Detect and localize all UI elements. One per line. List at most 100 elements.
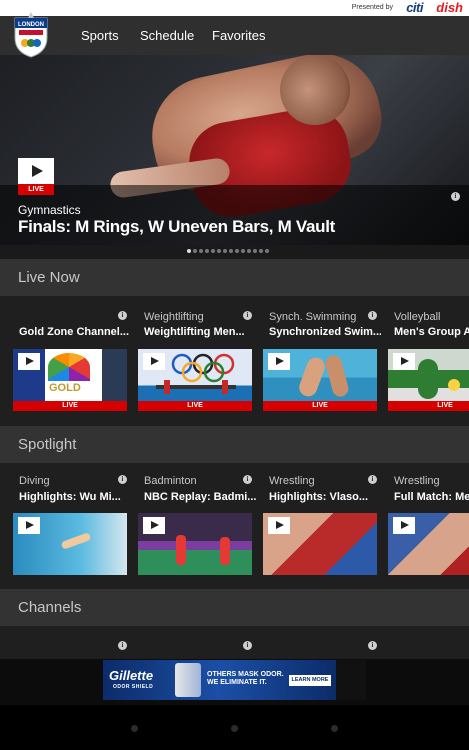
live-badge: LIVE xyxy=(13,401,127,411)
info-icon[interactable]: i xyxy=(451,192,460,201)
info-icon[interactable]: i xyxy=(243,311,252,320)
card-sport: Synch. Swimming xyxy=(269,311,357,323)
card-sport: Volleyball xyxy=(394,311,441,323)
card-title: Synchronized Swim... xyxy=(269,326,381,338)
card-thumbnail xyxy=(13,513,127,575)
section-title: Live Now xyxy=(18,269,80,286)
ad-brand: Gillette xyxy=(109,668,154,683)
top-nav: Sports Schedule Favorites xyxy=(0,16,469,55)
back-icon[interactable] xyxy=(131,725,138,732)
info-icon[interactable]: i xyxy=(368,475,377,484)
dish-logo: dish xyxy=(436,0,463,15)
card-title: Men's Group A: xyxy=(394,326,469,338)
system-nav-bar xyxy=(0,705,469,750)
card-thumbnail xyxy=(138,513,252,575)
hero-banner[interactable]: LIVE i Gymnastics Finals: M Rings, W Une… xyxy=(0,55,469,245)
home-icon[interactable] xyxy=(231,725,238,732)
live-badge: LIVE xyxy=(388,401,469,411)
pager-dot[interactable] xyxy=(235,249,239,253)
pager-dot[interactable] xyxy=(253,249,257,253)
card-sport: Weightlifting xyxy=(144,311,204,323)
pager-dot[interactable] xyxy=(223,249,227,253)
live-now-row: Gold Zone Channel... i GOLD LIVE Weightl… xyxy=(0,296,469,426)
pager-dot[interactable] xyxy=(217,249,221,253)
citi-logo: citi xyxy=(406,0,423,15)
play-icon[interactable] xyxy=(143,353,165,370)
card-thumbnail xyxy=(263,513,377,575)
diver-figure xyxy=(60,532,92,550)
ad-side-panel xyxy=(336,660,366,700)
plate-icon xyxy=(164,380,170,394)
play-icon[interactable] xyxy=(18,517,40,534)
card-sport: Wrestling xyxy=(394,475,440,487)
pager-dot[interactable] xyxy=(187,249,191,253)
hero-image-head xyxy=(280,55,350,125)
spotlight-row: Diving Highlights: Wu Mi... i Badminton … xyxy=(0,463,469,589)
plate-icon xyxy=(222,380,228,394)
card-title: Full Match: Men xyxy=(394,491,469,503)
player-figure xyxy=(418,359,438,399)
play-icon[interactable] xyxy=(393,517,415,534)
section-title: Spotlight xyxy=(18,436,77,453)
info-icon[interactable]: i xyxy=(243,641,252,650)
pager-dot[interactable] xyxy=(247,249,251,253)
card-title: Weightlifting Men... xyxy=(144,326,245,338)
card-sport: Diving xyxy=(19,475,50,487)
play-icon[interactable] xyxy=(143,517,165,534)
live-badge: LIVE xyxy=(263,401,377,411)
play-icon[interactable] xyxy=(268,517,290,534)
info-icon[interactable]: i xyxy=(118,641,127,650)
play-icon[interactable] xyxy=(393,353,415,370)
pager-dot[interactable] xyxy=(199,249,203,253)
pager-dot[interactable] xyxy=(259,249,263,253)
card-thumbnail xyxy=(388,513,469,575)
pager-dot[interactable] xyxy=(265,249,269,253)
nbc-peacock-icon xyxy=(48,353,90,381)
nav-schedule[interactable]: Schedule xyxy=(140,28,194,43)
card-sport: Wrestling xyxy=(269,475,315,487)
info-icon[interactable]: i xyxy=(118,311,127,320)
live-badge: LIVE xyxy=(138,401,252,411)
section-header-spotlight: Spotlight xyxy=(0,426,469,463)
ad-message: OTHERS MASK ODOR. WE ELIMINATE IT. xyxy=(207,671,284,687)
section-title: Channels xyxy=(18,599,82,616)
section-header-live-now: Live Now xyxy=(0,259,469,296)
hero-play-button[interactable]: LIVE xyxy=(18,158,54,195)
swimmer-figure xyxy=(296,355,328,399)
recent-apps-icon[interactable] xyxy=(331,725,338,732)
nav-sports[interactable]: Sports xyxy=(81,28,119,43)
card-thumbnail: GOLD xyxy=(13,349,127,401)
volleyball-icon xyxy=(448,379,460,391)
nav-favorites[interactable]: Favorites xyxy=(212,28,265,43)
play-icon xyxy=(18,158,54,184)
logo-text: LONDON xyxy=(18,22,44,28)
player-figure xyxy=(176,535,186,565)
info-icon[interactable]: i xyxy=(243,475,252,484)
pager-dot[interactable] xyxy=(229,249,233,253)
live-badge: LIVE xyxy=(18,184,54,195)
ad-banner[interactable]: Gillette ODOR SHIELD OTHERS MASK ODOR. W… xyxy=(103,660,336,700)
ad-subbrand: ODOR SHIELD xyxy=(113,684,154,690)
deodorant-icon xyxy=(175,663,201,697)
card-title: Gold Zone Channel... xyxy=(19,326,129,338)
pager-dot[interactable] xyxy=(205,249,209,253)
card-title: Highlights: Vlaso... xyxy=(269,491,369,503)
pager-dot[interactable] xyxy=(241,249,245,253)
info-icon[interactable]: i xyxy=(368,311,377,320)
play-icon[interactable] xyxy=(18,353,40,370)
card-thumbnail xyxy=(388,349,469,401)
info-icon[interactable]: i xyxy=(118,475,127,484)
learn-more-button[interactable]: LEARN MORE xyxy=(289,675,331,686)
ad-message-line: OTHERS MASK ODOR. xyxy=(207,671,284,678)
london-2012-logo[interactable]: LONDON xyxy=(13,10,49,58)
play-icon[interactable] xyxy=(268,353,290,370)
hero-sport: Gymnastics xyxy=(18,203,81,217)
pager-dots xyxy=(187,249,269,255)
card-thumbnail xyxy=(263,349,377,401)
pager-dot[interactable] xyxy=(193,249,197,253)
presented-by-label: Presented by xyxy=(351,4,393,11)
olympic-rings-icon xyxy=(171,353,235,383)
info-icon[interactable]: i xyxy=(368,641,377,650)
pager-dot[interactable] xyxy=(211,249,215,253)
channels-row: i i i xyxy=(0,626,469,659)
